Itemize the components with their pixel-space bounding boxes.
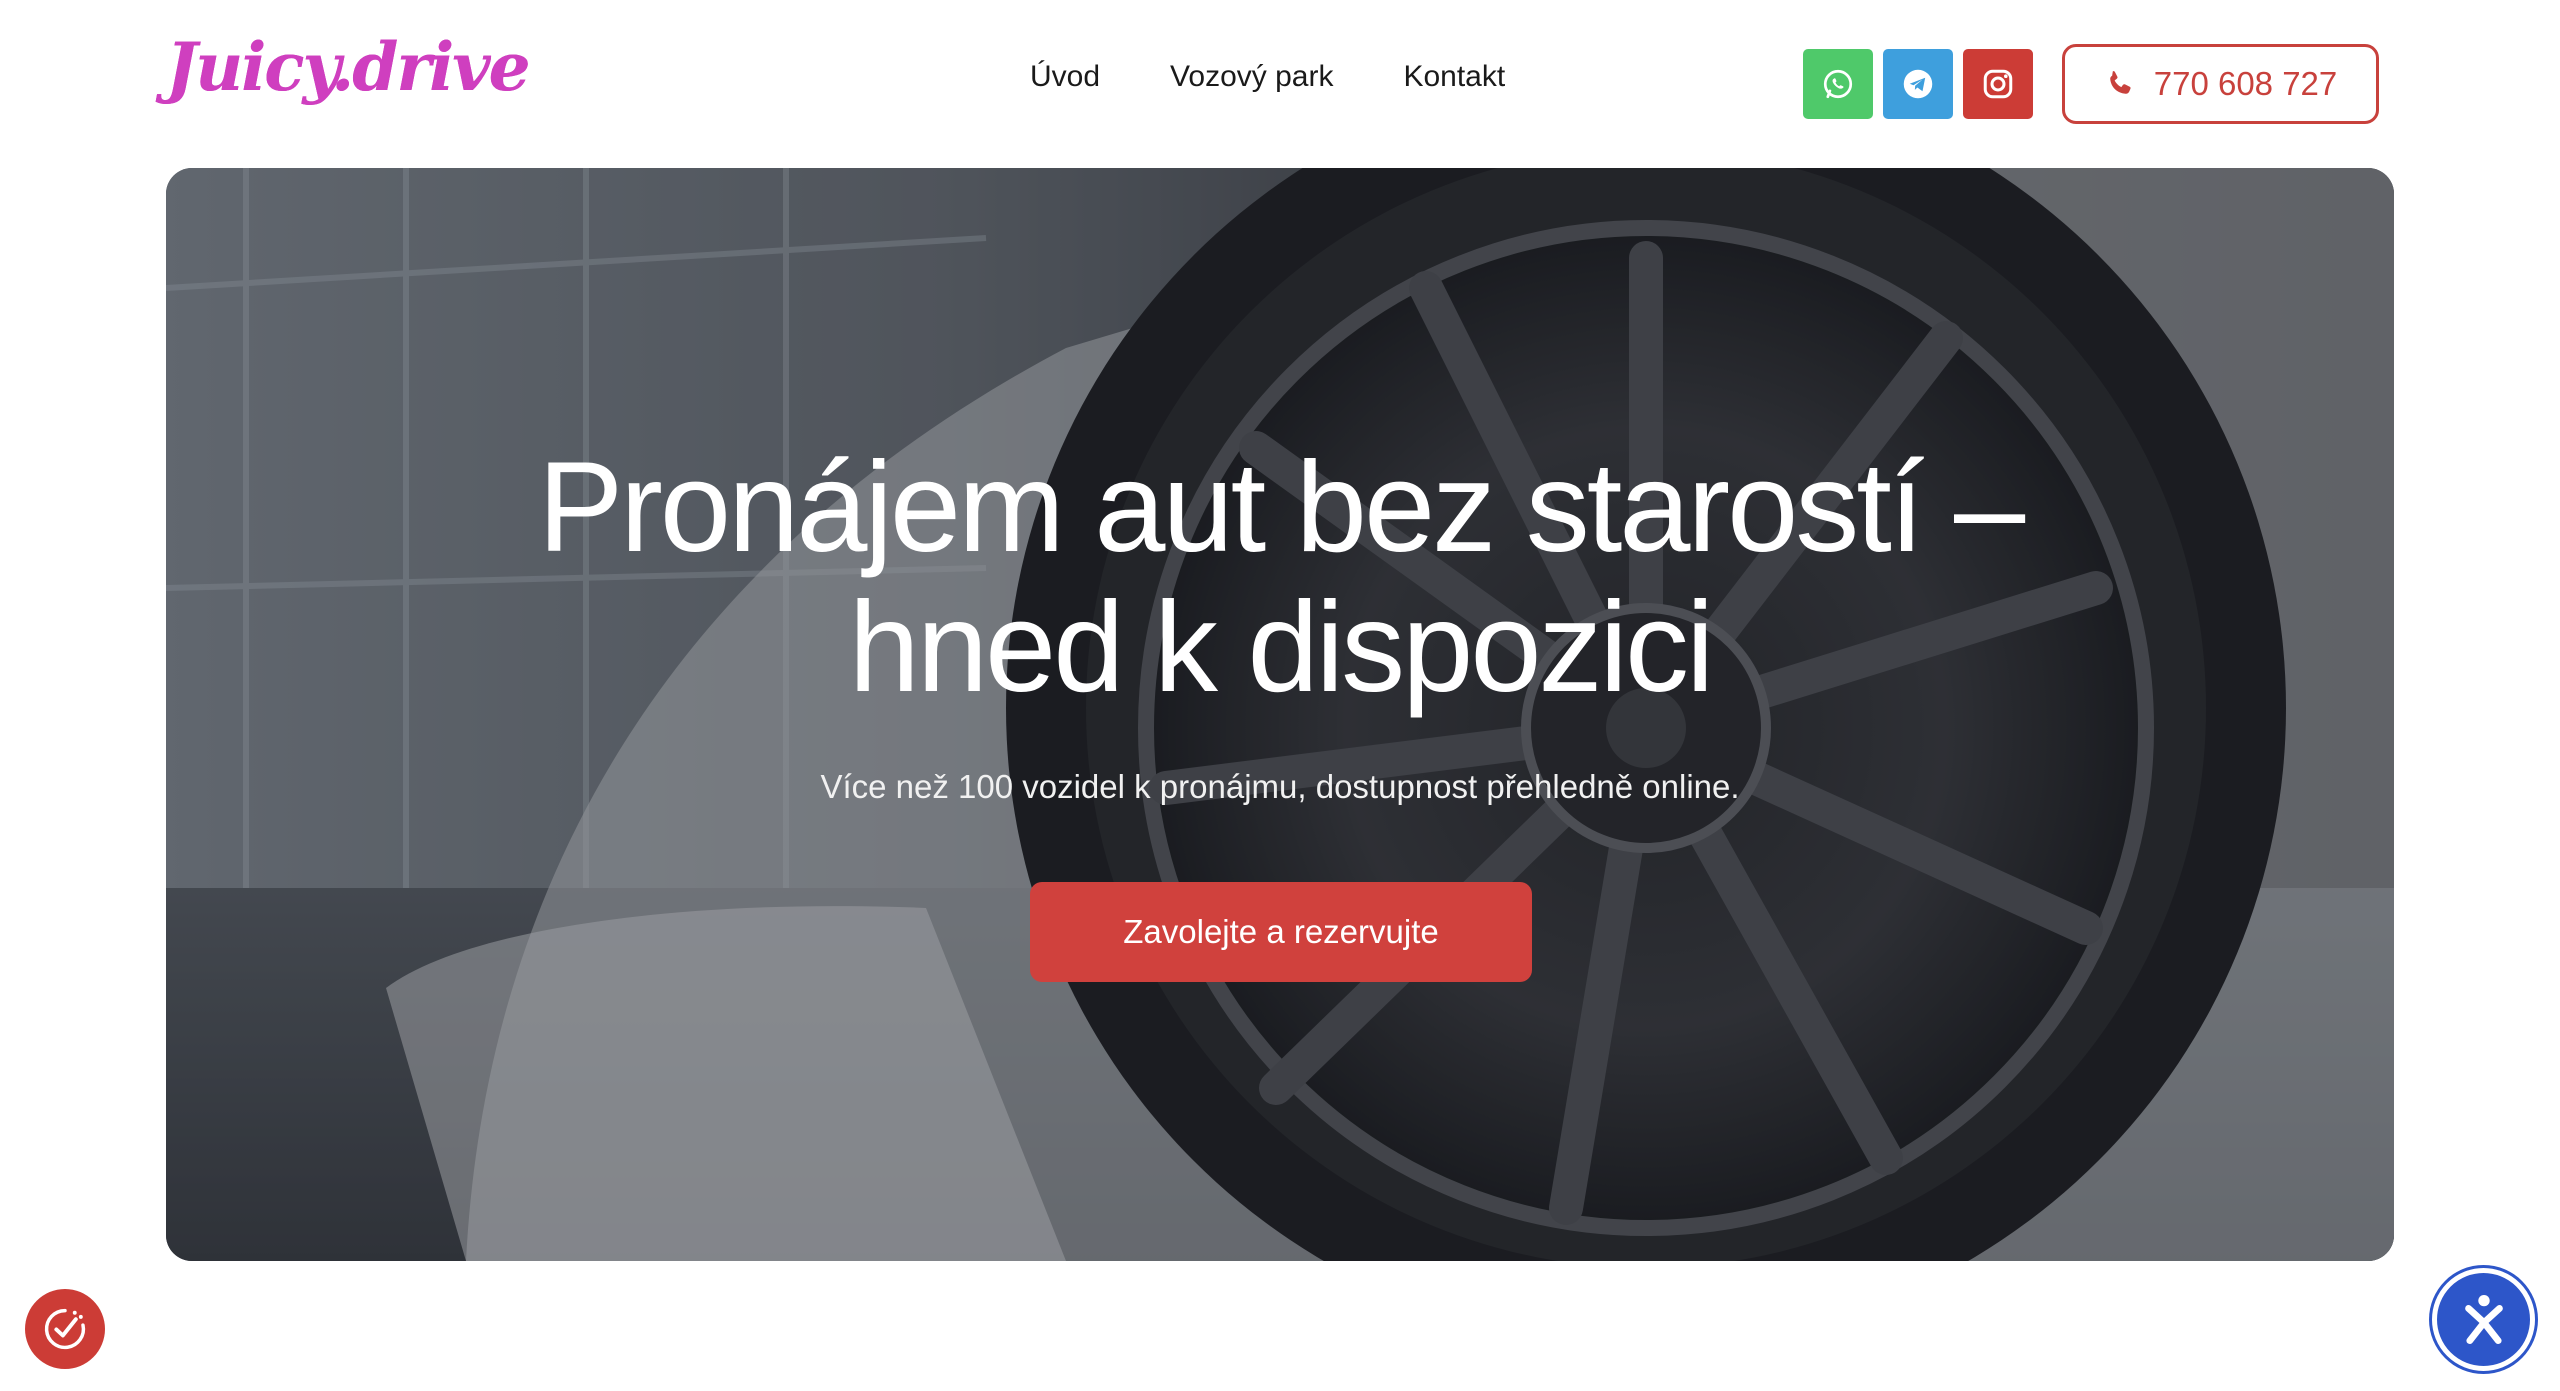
call-to-reserve-button[interactable]: Zavolejte a rezervujte <box>1030 882 1532 982</box>
whatsapp-icon <box>1823 69 1853 99</box>
main-nav: Úvod Vozový park Kontakt <box>1030 60 1505 94</box>
phone-number: 770 608 727 <box>2153 65 2338 102</box>
hero-title-line-2: hned k dispozici <box>848 576 1715 719</box>
nav-item-uvod[interactable]: Úvod <box>1030 60 1100 94</box>
social-links <box>1803 49 2033 119</box>
cookie-settings-button[interactable] <box>25 1289 105 1369</box>
hero-subtitle: Více než 100 vozidel k pronájmu, dostupn… <box>820 768 1740 805</box>
cookie-consent-icon <box>44 1308 86 1350</box>
nav-item-kontakt[interactable]: Kontakt <box>1403 60 1505 94</box>
site-header: Juicy.drive Úvod Vozový park Kontakt 770… <box>0 0 2560 166</box>
hero-banner: Pronájem aut bez starostí – hned k dispo… <box>166 168 2394 1261</box>
hero-title-line-1: Pronájem aut bez starostí – <box>537 436 2025 579</box>
accessibility-icon <box>2464 1294 2503 1344</box>
hero-title: Pronájem aut bez starostí – hned k dispo… <box>166 438 2394 718</box>
logo[interactable]: Juicy.drive <box>166 34 531 100</box>
telegram-icon <box>1903 69 1933 99</box>
phone-button[interactable]: 770 608 727 <box>2062 44 2379 124</box>
instagram-icon <box>1983 69 2013 99</box>
phone-icon <box>2109 71 2131 94</box>
instagram-button[interactable] <box>1963 49 2033 119</box>
whatsapp-button[interactable] <box>1803 49 1873 119</box>
accessibility-button[interactable] <box>2432 1268 2535 1371</box>
telegram-button[interactable] <box>1883 49 1953 119</box>
nav-item-vozovy-park[interactable]: Vozový park <box>1170 60 1333 94</box>
